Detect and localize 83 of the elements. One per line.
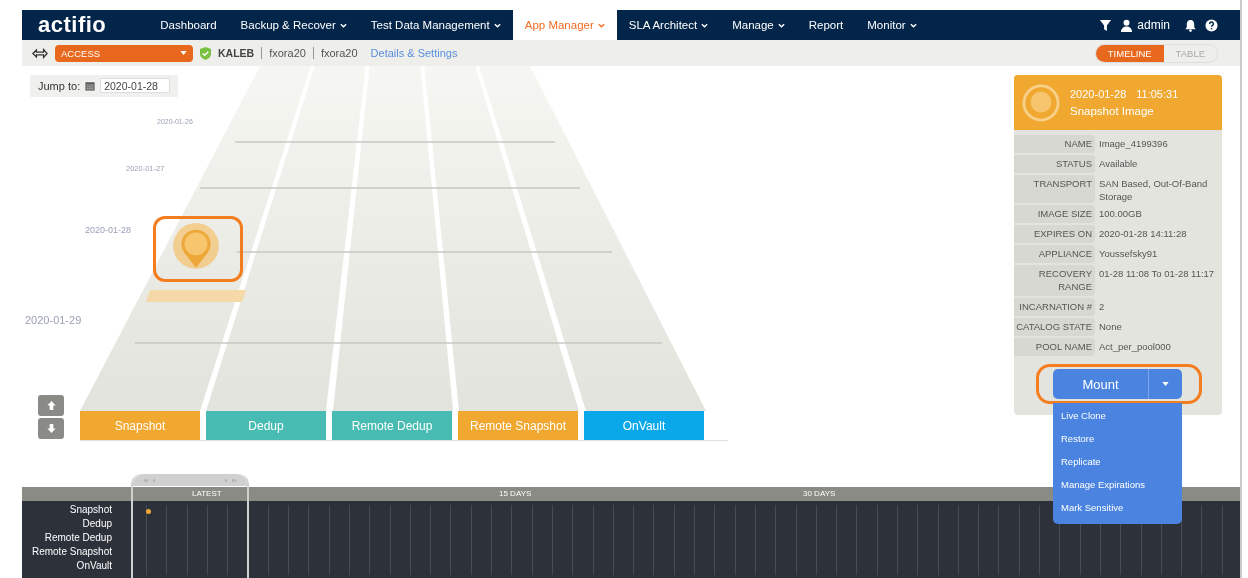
timeline-row-label: Remote Dedup <box>44 531 112 545</box>
calendar-icon[interactable] <box>85 80 96 91</box>
mode-dropdown[interactable]: ACCESS <box>55 44 193 62</box>
field-value: 100.00GB <box>1099 207 1143 221</box>
nav-item[interactable]: Monitor <box>855 10 929 40</box>
caret-icon <box>339 22 347 28</box>
field-label: TRANSPORT <box>1014 175 1095 203</box>
timeline-row-label: Dedup <box>82 517 112 531</box>
field-label: INCARNATION # <box>1014 298 1095 316</box>
lane-header[interactable]: Dedup <box>206 411 326 440</box>
date-label: 2020-01-29 <box>25 314 82 326</box>
field-label: POOL NAME <box>1014 338 1095 356</box>
lane-header[interactable]: Remote Snapshot <box>458 411 578 440</box>
pin-circle-icon <box>1022 83 1060 122</box>
caret-icon <box>1162 382 1169 386</box>
timeline-row-label: OnVault <box>76 559 112 573</box>
field-value: Youssefsky91 <box>1099 247 1159 261</box>
snapshot-event-dot[interactable] <box>146 509 151 514</box>
field-label: CATALOG STATE <box>1014 318 1095 336</box>
user-icon[interactable] <box>1120 18 1134 32</box>
timeline-row-label: Snapshot <box>69 503 112 517</box>
field-label: STATUS <box>1014 155 1095 173</box>
menu-item[interactable]: Live Clone <box>1053 405 1182 428</box>
timeline-marker: 30 DAYS <box>803 488 836 500</box>
field-value: SAN Based, Out-Of-Band Storage <box>1099 177 1209 203</box>
field-label: APPLIANCE <box>1014 245 1095 263</box>
shield-check-icon <box>200 46 211 60</box>
menu-item[interactable]: Manage Expirations <box>1053 474 1182 497</box>
lane-header[interactable]: Snapshot <box>80 411 200 440</box>
field-value: Available <box>1099 157 1139 171</box>
nav-item[interactable]: Backup & Recover <box>228 10 359 40</box>
field-label: RECOVERY RANGE <box>1014 265 1095 296</box>
arrow-down-icon <box>45 423 57 434</box>
field-value: Image_4199396 <box>1099 137 1169 151</box>
menu-item[interactable]: Replicate <box>1053 451 1182 474</box>
lane-header[interactable]: OnVault <box>584 411 704 440</box>
image-type: Snapshot Image <box>1070 105 1155 117</box>
caret-icon <box>909 22 917 28</box>
field-value: 01-28 11:08 To 01-28 11:17 <box>1099 267 1216 281</box>
view-toggle-button[interactable]: TIMELINE <box>1095 44 1164 62</box>
logo[interactable]: actifio <box>22 10 149 40</box>
date-label: 2020-01-28 <box>85 225 132 235</box>
timeline-row-label: Remote Snapshot <box>31 545 112 559</box>
caret-icon <box>180 51 187 55</box>
swap-arrows-icon[interactable] <box>32 47 48 59</box>
nav-item[interactable]: Report <box>796 10 856 40</box>
field-value: 2 <box>1099 300 1106 314</box>
field-value: None <box>1099 320 1123 334</box>
caret-icon <box>597 22 605 28</box>
lane-header[interactable]: Remote Dedup <box>332 411 452 440</box>
bell-icon[interactable] <box>1184 18 1197 32</box>
scroll-down-button[interactable] <box>38 418 64 439</box>
app-name: KALEB <box>218 47 255 59</box>
mount-button[interactable]: Mount <box>1053 369 1149 399</box>
username[interactable]: admin <box>1137 18 1170 32</box>
jump-to-label: Jump to: <box>38 79 81 92</box>
timeline-marker: 15 DAYS <box>499 488 532 500</box>
nav-item[interactable]: Test Data Management <box>358 10 513 40</box>
nav-item[interactable]: App Manager <box>512 10 617 40</box>
filter-icon[interactable] <box>1099 18 1113 32</box>
snapshot-time: 11:05:31 <box>1136 88 1179 100</box>
date-input-field[interactable]: 2020-01-28 <box>100 78 171 93</box>
details-settings-link[interactable]: Details & Settings <box>370 47 458 59</box>
timeline-marker: LATEST <box>192 488 222 500</box>
breadcrumb-item: fxora20 <box>269 47 306 59</box>
caret-icon <box>777 22 785 28</box>
field-label: EXPIRES ON <box>1014 225 1095 243</box>
help-icon[interactable] <box>1205 18 1218 32</box>
menu-item[interactable]: Mark Sensitive <box>1053 497 1182 520</box>
menu-item[interactable]: Restore <box>1053 428 1182 451</box>
scroll-up-button[interactable] <box>38 395 64 416</box>
arrow-up-icon <box>45 400 57 411</box>
breadcrumb-item: fxora20 <box>320 47 358 59</box>
field-value: Act_per_pool000 <box>1099 340 1172 354</box>
caret-icon <box>493 22 501 28</box>
field-label: NAME <box>1014 135 1095 153</box>
field-value: 2020-01-28 14:11:28 <box>1099 227 1188 241</box>
field-label: IMAGE SIZE <box>1014 205 1095 223</box>
nav-item[interactable]: Dashboard <box>148 10 229 40</box>
nav-item[interactable]: SLA Architect <box>616 10 721 40</box>
snapshot-date: 2020-01-28 <box>1070 88 1127 100</box>
nav-item[interactable]: Manage <box>720 10 797 40</box>
caret-icon <box>701 22 709 28</box>
